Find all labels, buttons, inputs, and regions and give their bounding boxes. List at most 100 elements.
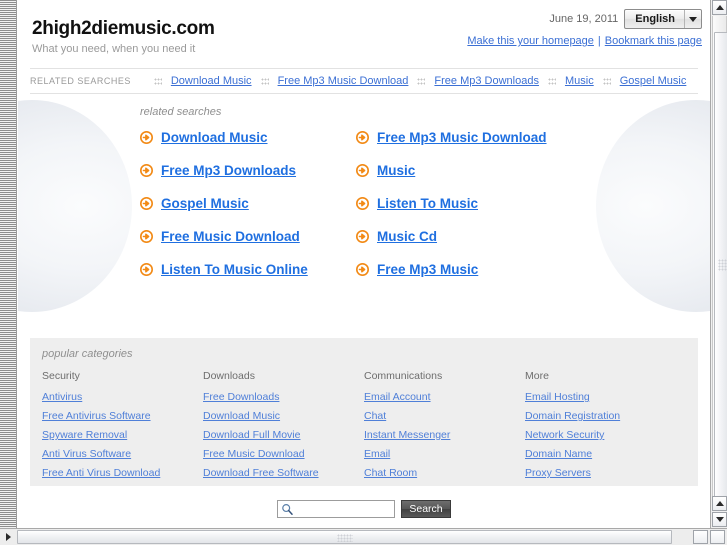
category-column: Security Antivirus Free Antivirus Software… bbox=[42, 370, 203, 486]
category-link[interactable]: Free Antivirus Software bbox=[42, 410, 203, 422]
category-link[interactable]: Free Downloads bbox=[203, 391, 364, 403]
related-search-item-label: Gospel Music bbox=[161, 196, 249, 211]
related-search-item[interactable]: Free Mp3 Downloads bbox=[140, 163, 356, 178]
vertical-scrollbar[interactable] bbox=[710, 0, 727, 528]
search-input[interactable] bbox=[296, 501, 392, 517]
horizontal-scrollbar-thumb[interactable] bbox=[17, 530, 672, 544]
arrow-circle-right-icon bbox=[140, 164, 153, 177]
arrow-circle-right-icon bbox=[356, 263, 369, 276]
related-search-item[interactable]: Music bbox=[356, 163, 586, 178]
related-search-bar-link[interactable]: Free Mp3 Music Download bbox=[278, 75, 409, 87]
search-row: Search bbox=[18, 494, 710, 524]
category-link[interactable]: Download Full Movie bbox=[203, 429, 364, 441]
category-link[interactable]: Instant Messenger bbox=[364, 429, 525, 441]
current-date: June 19, 2011 bbox=[549, 13, 619, 25]
browser-window: 2high2diemusic.com What you need, when y… bbox=[0, 0, 727, 545]
arrow-circle-right-icon bbox=[140, 230, 153, 243]
search-button[interactable]: Search bbox=[401, 500, 451, 518]
scroll-down-button[interactable] bbox=[712, 496, 727, 511]
related-search-bar-link[interactable]: Download Music bbox=[171, 75, 252, 87]
related-search-item-label: Free Mp3 Downloads bbox=[161, 163, 297, 178]
related-search-bar-link[interactable]: Music bbox=[565, 75, 594, 87]
category-column: Downloads Free Downloads Download Music Dow… bbox=[203, 370, 364, 486]
category-link[interactable]: Download Music bbox=[203, 410, 364, 422]
left-edge-texture bbox=[0, 0, 17, 530]
scrollbar-grip-icon bbox=[718, 259, 727, 271]
dot-separator-icon bbox=[260, 77, 269, 85]
category-link[interactable]: Email bbox=[364, 448, 525, 460]
popular-categories-panel: popular categories Security Antivirus Free… bbox=[30, 338, 698, 486]
main-content: related searches Download Music Free Mp3 … bbox=[18, 94, 710, 332]
related-search-item[interactable]: Listen To Music Online bbox=[140, 262, 356, 277]
related-searches-bar: RELATED SEARCHES Download Music Free Mp3 … bbox=[30, 68, 698, 94]
arrow-circle-right-icon bbox=[356, 230, 369, 243]
category-heading: Security bbox=[42, 370, 80, 382]
search-box[interactable] bbox=[277, 500, 395, 518]
related-search-item[interactable]: Listen To Music bbox=[356, 196, 586, 211]
category-link[interactable]: Free Anti Virus Download bbox=[42, 467, 203, 479]
scroll-right-button[interactable] bbox=[710, 530, 725, 544]
related-search-item[interactable]: Free Music Download bbox=[140, 229, 356, 244]
related-search-item-label: Free Music Download bbox=[161, 229, 300, 244]
category-column: Communications Email Account Chat Instant M… bbox=[364, 370, 525, 486]
category-link[interactable]: Chat bbox=[364, 410, 525, 422]
header-links-row: Make this your homepage | Bookmark this pa… bbox=[467, 35, 702, 47]
bookmark-page-link[interactable]: Bookmark this page bbox=[605, 35, 702, 47]
related-searches-grid: Download Music Free Mp3 Music Download Fre… bbox=[140, 130, 710, 277]
dot-separator-icon bbox=[417, 77, 426, 85]
scrollbar-grip-icon bbox=[336, 534, 353, 542]
scroll-left-corner-button[interactable] bbox=[0, 529, 16, 545]
category-heading: More bbox=[525, 370, 549, 382]
scroll-up-button[interactable] bbox=[712, 0, 727, 15]
related-search-item-label: Free Mp3 Music Download bbox=[377, 130, 547, 145]
related-search-item-label: Download Music bbox=[161, 130, 268, 145]
category-link[interactable]: Email Hosting bbox=[525, 391, 686, 403]
category-link[interactable]: Anti Virus Software bbox=[42, 448, 203, 460]
category-link[interactable]: Chat Room bbox=[364, 467, 525, 479]
related-searches-caption: related searches bbox=[140, 106, 222, 118]
related-searches-panel: related searches Download Music Free Mp3 … bbox=[18, 94, 710, 277]
category-link[interactable]: Proxy Servers bbox=[525, 467, 686, 479]
related-search-item[interactable]: Gospel Music bbox=[140, 196, 356, 211]
category-link[interactable]: Download Free Software bbox=[203, 467, 364, 479]
search-icon bbox=[282, 504, 293, 515]
category-link[interactable]: Free Music Download bbox=[203, 448, 364, 460]
related-search-item-label: Music bbox=[377, 163, 416, 178]
related-search-item[interactable]: Download Music bbox=[140, 130, 356, 145]
dot-separator-icon bbox=[602, 77, 611, 85]
related-search-item-label: Free Mp3 Music bbox=[377, 262, 479, 277]
related-search-bar-link[interactable]: Free Mp3 Downloads bbox=[434, 75, 539, 87]
arrow-circle-right-icon bbox=[140, 263, 153, 276]
scroll-down-button-secondary[interactable] bbox=[712, 512, 727, 527]
category-heading: Downloads bbox=[203, 370, 255, 382]
related-searches-bar-label: RELATED SEARCHES bbox=[30, 76, 131, 86]
category-link[interactable]: Domain Registration bbox=[525, 410, 686, 422]
dot-separator-icon bbox=[547, 77, 556, 85]
site-tagline: What you need, when you need it bbox=[32, 43, 196, 55]
language-select[interactable]: English bbox=[624, 9, 702, 29]
arrow-circle-right-icon bbox=[356, 197, 369, 210]
page-header: 2high2diemusic.com What you need, when y… bbox=[18, 0, 710, 68]
related-search-item[interactable]: Free Mp3 Music Download bbox=[356, 130, 586, 145]
arrow-circle-right-icon bbox=[356, 131, 369, 144]
related-search-item[interactable]: Free Mp3 Music bbox=[356, 262, 586, 277]
header-link-separator: | bbox=[597, 35, 601, 47]
horizontal-scrollbar[interactable] bbox=[0, 528, 727, 545]
vertical-scrollbar-track[interactable] bbox=[712, 16, 727, 498]
category-link[interactable]: Spyware Removal bbox=[42, 429, 203, 441]
related-search-item-label: Music Cd bbox=[377, 229, 438, 244]
category-link[interactable]: Antivirus bbox=[42, 391, 203, 403]
category-link[interactable]: Network Security bbox=[525, 429, 686, 441]
category-link[interactable]: Domain Name bbox=[525, 448, 686, 460]
category-link[interactable]: Email Account bbox=[364, 391, 525, 403]
related-search-item[interactable]: Music Cd bbox=[356, 229, 586, 244]
popular-categories-caption: popular categories bbox=[42, 348, 133, 360]
category-heading: Communications bbox=[364, 370, 443, 382]
scroll-left-button[interactable] bbox=[693, 530, 708, 544]
header-top-row: June 19, 2011 English bbox=[467, 8, 702, 30]
header-right: June 19, 2011 English Make this your hom… bbox=[467, 8, 702, 47]
vertical-scrollbar-thumb[interactable] bbox=[714, 32, 727, 498]
make-homepage-link[interactable]: Make this your homepage bbox=[467, 35, 594, 47]
related-search-bar-link[interactable]: Gospel Music bbox=[620, 75, 687, 87]
related-search-item-label: Listen To Music Online bbox=[161, 262, 308, 277]
